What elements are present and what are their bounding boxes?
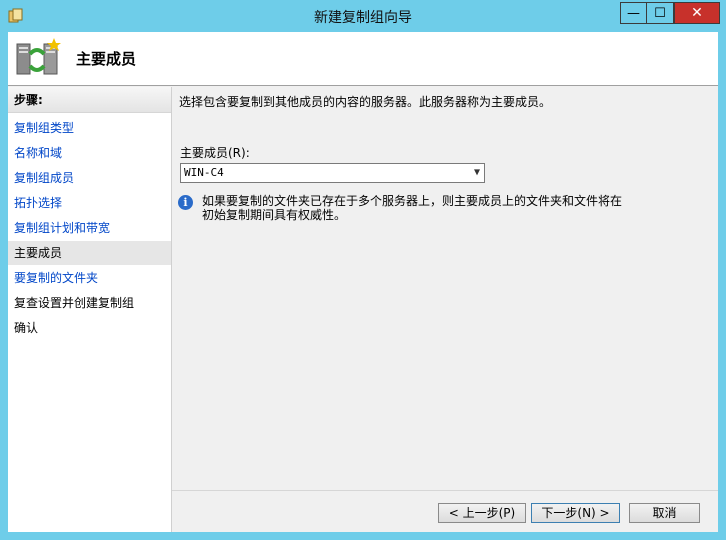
info-icon: i [178,195,193,210]
minimize-button[interactable]: — [620,2,647,24]
step-confirmation: 确认 [14,321,39,335]
replication-group-icon [16,38,61,75]
cancel-button[interactable]: 取消 [629,503,700,523]
chevron-down-icon[interactable]: ▼ [474,164,480,182]
step-folders-to-replicate[interactable]: 要复制的文件夹 [8,266,171,290]
previous-button[interactable]: < 上一步(P) [438,503,526,523]
step-schedule-bandwidth[interactable]: 复制组计划和带宽 [8,216,171,240]
wizard-client-area: 主要成员 步骤: 复制组类型 名称和域 复制组成员 拓扑选择 复制组计划和带宽 … [8,32,718,532]
step-primary-member: 主要成员 [8,241,171,265]
wizard-window: 新建复制组向导 — ☐ ✕ 主要成员 步骤: 复制组类型 名称和域 复制组成员 [0,0,726,540]
wizard-footer: < 上一步(P) 下一步(N) > 取消 [172,490,718,532]
main-panel: 选择包含要复制到其他成员的内容的服务器。此服务器称为主要成员。 主要成员(R):… [172,87,718,532]
primary-member-label: 主要成员(R): [180,146,250,160]
info-message: 如果要复制的文件夹已存在于多个服务器上，则主要成员上的文件夹和文件将在初始复制期… [202,194,623,222]
step-review-create: 复查设置并创建复制组 [14,296,135,310]
step-group-members[interactable]: 复制组成员 [8,166,171,190]
steps-heading: 步骤: [8,87,171,113]
step-replication-group-type[interactable]: 复制组类型 [8,116,171,140]
page-title: 主要成员 [76,50,137,68]
maximize-button[interactable]: ☐ [647,2,674,24]
step-name-and-domain[interactable]: 名称和域 [8,141,171,165]
close-button[interactable]: ✕ [674,2,720,24]
primary-member-value: WIN-C4 [184,166,224,179]
step-topology[interactable]: 拓扑选择 [8,191,171,215]
primary-member-select[interactable]: WIN-C4 ▼ [180,163,485,183]
title-bar[interactable]: 新建复制组向导 — ☐ ✕ [0,0,726,32]
wizard-header: 主要成员 [8,32,718,86]
steps-panel: 步骤: 复制组类型 名称和域 复制组成员 拓扑选择 复制组计划和带宽 主要成员 … [8,87,172,532]
window-title: 新建复制组向导 [314,10,412,26]
page-description: 选择包含要复制到其他成员的内容的服务器。此服务器称为主要成员。 [179,95,552,109]
next-button[interactable]: 下一步(N) > [531,503,620,523]
